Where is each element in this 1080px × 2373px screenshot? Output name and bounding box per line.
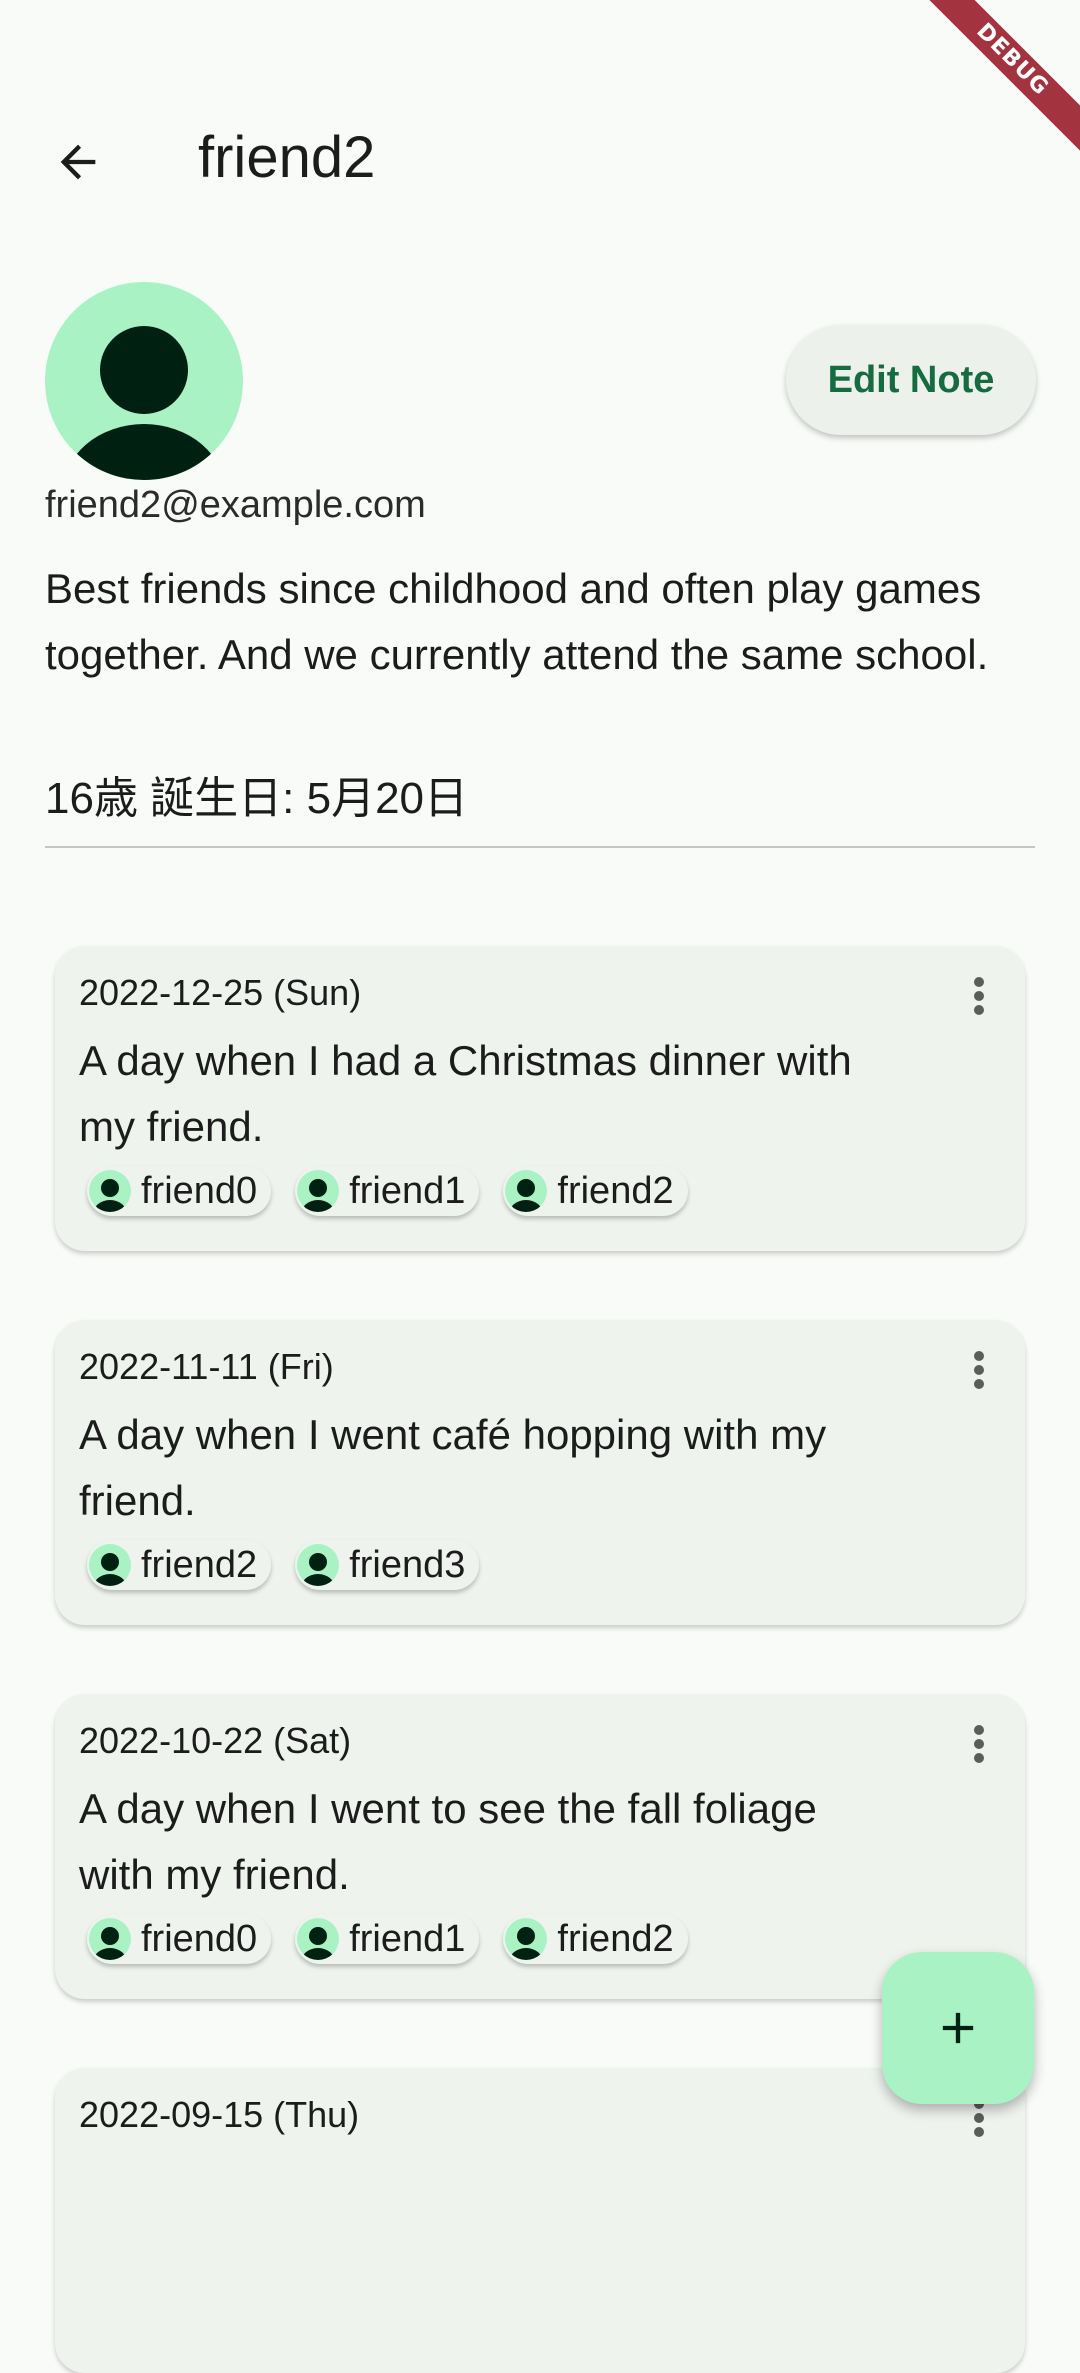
person-icon [63, 326, 225, 480]
friend-chip[interactable]: friend2 [503, 1914, 688, 1964]
more-button[interactable] [961, 1348, 997, 1392]
person-icon [89, 1544, 131, 1586]
more-vert-icon [974, 1351, 984, 1389]
person-icon [297, 1170, 340, 1212]
friend-chip[interactable]: friend0 [87, 1914, 272, 1964]
add-entry-button[interactable] [882, 1952, 1034, 2104]
friend-chip-label: friend3 [349, 1543, 466, 1586]
age-birthday: 16歳 誕生日: 5月20日 [45, 774, 469, 823]
entry-text: A day when I went café hopping with my f… [79, 1411, 827, 1524]
more-button[interactable] [961, 1722, 997, 1766]
entry-date: 2022-09-15 (Thu) [79, 2094, 360, 2135]
person-icon [505, 1918, 548, 1960]
friend-chip[interactable]: friend3 [295, 1540, 480, 1590]
entry-card[interactable]: 2022-10-22 (Sat) A day when I went to se… [55, 1694, 1025, 1999]
friend-chips: friend0 friend1 friend2 [87, 1914, 688, 1964]
edit-note-button[interactable]: Edit Note [786, 325, 1036, 435]
more-vert-icon [974, 2099, 984, 2137]
friend-chip[interactable]: friend2 [503, 1166, 688, 1216]
arrow-back-icon [60, 144, 96, 180]
friend-chip-label: friend1 [349, 1169, 466, 1212]
friend-chip[interactable]: friend1 [295, 1914, 480, 1964]
person-icon [89, 1170, 131, 1212]
friend-chip-label: friend2 [557, 1169, 674, 1212]
friend-note: Best friends since childhood and often p… [45, 565, 989, 678]
entry-text: A day when I had a Christmas dinner with… [79, 1037, 852, 1150]
friend-chips: friend0 friend1 friend2 [87, 1166, 688, 1216]
friend-chip[interactable]: friend1 [295, 1166, 480, 1216]
entry-card[interactable]: 2022-11-11 (Fri) A day when I went café … [55, 1320, 1025, 1625]
person-icon [297, 1918, 340, 1960]
entry-date: 2022-10-22 (Sat) [79, 1720, 352, 1761]
person-icon [89, 1918, 131, 1960]
entry-card[interactable]: 2022-12-25 (Sun) A day when I had a Chri… [55, 946, 1025, 1251]
entry-card[interactable]: 2022-09-15 (Thu) [55, 2068, 1025, 2373]
friend-chip-label: friend0 [141, 1917, 258, 1960]
email-text: friend2@example.com [45, 484, 426, 526]
person-icon [505, 1170, 548, 1212]
debug-banner: DEBUG [910, 0, 1080, 170]
page-title: friend2 [198, 125, 376, 190]
entry-text: A day when I went to see the fall foliag… [79, 1785, 817, 1898]
more-vert-icon [974, 1725, 984, 1763]
friend-chip-label: friend1 [349, 1917, 466, 1960]
person-icon [297, 1544, 340, 1586]
entry-date: 2022-11-11 (Fri) [79, 1346, 334, 1387]
more-vert-icon [974, 977, 984, 1015]
friend-chip-label: friend0 [141, 1169, 258, 1212]
friend-chip[interactable]: friend0 [87, 1166, 272, 1216]
debug-label: DEBUG [915, 0, 1080, 157]
entry-date: 2022-12-25 (Sun) [79, 972, 362, 1013]
divider [45, 846, 1035, 848]
avatar [45, 282, 243, 480]
back-button[interactable] [44, 128, 112, 196]
more-button[interactable] [961, 974, 997, 1018]
friend-chip-label: friend2 [141, 1543, 258, 1586]
add-icon [942, 2012, 974, 2044]
friend-chips: friend2 friend3 [87, 1540, 480, 1590]
friend-chip[interactable]: friend2 [87, 1540, 272, 1590]
friend-chip-label: friend2 [557, 1917, 674, 1960]
